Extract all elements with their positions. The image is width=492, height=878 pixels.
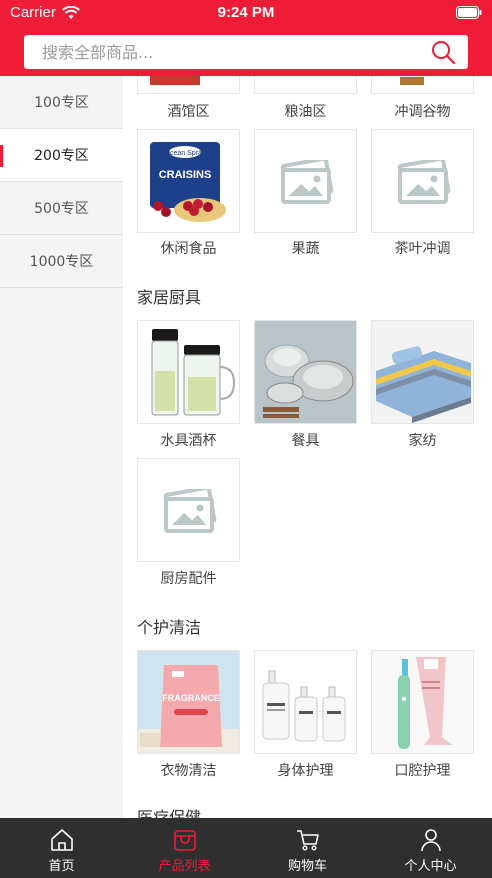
bottom-tab-bar: 首页 产品列表 购物车 个人中心 (0, 818, 492, 878)
tab-label: 购物车 (287, 859, 327, 874)
category-card-fruit-veg[interactable] (254, 129, 357, 233)
tab-label: 个人中心 (404, 859, 457, 874)
lotion-bottles-image (262, 670, 346, 742)
category-label: 厨房配件 (160, 571, 217, 587)
category-label: 冲调谷物 (394, 104, 451, 120)
sidebar-item-label: 100专区 (34, 95, 89, 111)
tab-label: 首页 (48, 859, 75, 874)
section-title-personal-care: 个护清洁 (137, 618, 202, 637)
product-image (150, 76, 200, 85)
section-title-health: 医疗保健 (137, 808, 202, 818)
detergent-name: FRAGRANCE (162, 693, 220, 703)
category-card-oral-care[interactable] (371, 650, 474, 754)
category-label: 衣物清洁 (160, 763, 217, 779)
cart-icon (296, 830, 319, 851)
home-icon (50, 829, 73, 851)
status-bar: Carrier 9:24 PM (0, 0, 492, 26)
battery-icon (456, 6, 482, 19)
category-label: 休闲食品 (160, 241, 217, 257)
category-label: 水具酒杯 (160, 433, 217, 449)
category-card-laundry[interactable]: FRAGRANCE (137, 650, 240, 754)
category-card-textiles[interactable] (371, 320, 474, 424)
sidebar-item-1000[interactable]: 1000专区 (0, 235, 123, 288)
sidebar-item-label: 500专区 (34, 201, 89, 217)
category-card-grain-oil[interactable] (254, 76, 357, 94)
tab-label: 产品列表 (158, 859, 211, 874)
category-card-snacks[interactable]: Ocean Spray CRAISINS (137, 129, 240, 233)
image-placeholder-icon (280, 160, 334, 204)
bottles-image (151, 329, 236, 416)
toothpaste-image (372, 651, 473, 753)
sidebar-item-label: 200专区 (34, 148, 89, 164)
category-label: 餐具 (291, 433, 320, 449)
sidebar-item-100[interactable]: 100专区 (0, 76, 123, 129)
category-label: 茶叶冲调 (394, 241, 451, 257)
category-content: 酒馆区 粮油区 冲调谷物 Ocean Spray CRAISINS 休闲食品 果… (123, 76, 492, 818)
tab-home[interactable]: 首页 (0, 818, 123, 878)
bedding-image (372, 321, 473, 423)
category-label: 酒馆区 (167, 104, 210, 120)
raisins-image: Ocean Spray CRAISINS (150, 142, 226, 222)
category-card-drinkware[interactable] (137, 320, 240, 424)
tab-product-list[interactable]: 产品列表 (123, 818, 246, 878)
category-label: 身体护理 (277, 763, 334, 779)
category-label: 家纺 (408, 433, 437, 449)
store-icon (173, 830, 196, 851)
search-input[interactable] (24, 35, 430, 69)
tab-cart[interactable]: 购物车 (246, 818, 369, 878)
user-icon (420, 829, 441, 852)
detergent-image: FRAGRANCE (138, 651, 239, 753)
category-label: 口腔护理 (394, 763, 451, 779)
category-card-bar[interactable] (137, 76, 240, 94)
search-icon[interactable] (430, 39, 456, 65)
status-time: 9:24 PM (217, 4, 275, 21)
product-image (400, 77, 424, 85)
category-card-cereal[interactable] (371, 76, 474, 94)
category-card-tea[interactable] (371, 129, 474, 233)
raisin-name: CRAISINS (159, 169, 212, 181)
category-card-body-care[interactable] (254, 650, 357, 754)
plates-image (255, 321, 356, 423)
sidebar-item-label: 1000专区 (29, 254, 94, 270)
sidebar-item-200[interactable]: 200专区 (0, 129, 123, 182)
category-label: 粮油区 (284, 104, 327, 120)
image-placeholder-icon (163, 489, 217, 533)
app-header: Carrier 9:24 PM (0, 0, 492, 76)
category-label: 果蔬 (291, 241, 320, 257)
category-card-tableware[interactable] (254, 320, 357, 424)
raisin-brand: Ocean Spray (165, 150, 206, 157)
image-placeholder-icon (397, 160, 451, 204)
search-bar[interactable] (24, 35, 468, 69)
sidebar-item-500[interactable]: 500专区 (0, 182, 123, 235)
section-title-home: 家居厨具 (137, 288, 202, 307)
tab-profile[interactable]: 个人中心 (369, 818, 492, 878)
category-sidebar: 100专区 200专区 500专区 1000专区 (0, 76, 123, 818)
category-card-kitchen-accessories[interactable] (137, 458, 240, 562)
